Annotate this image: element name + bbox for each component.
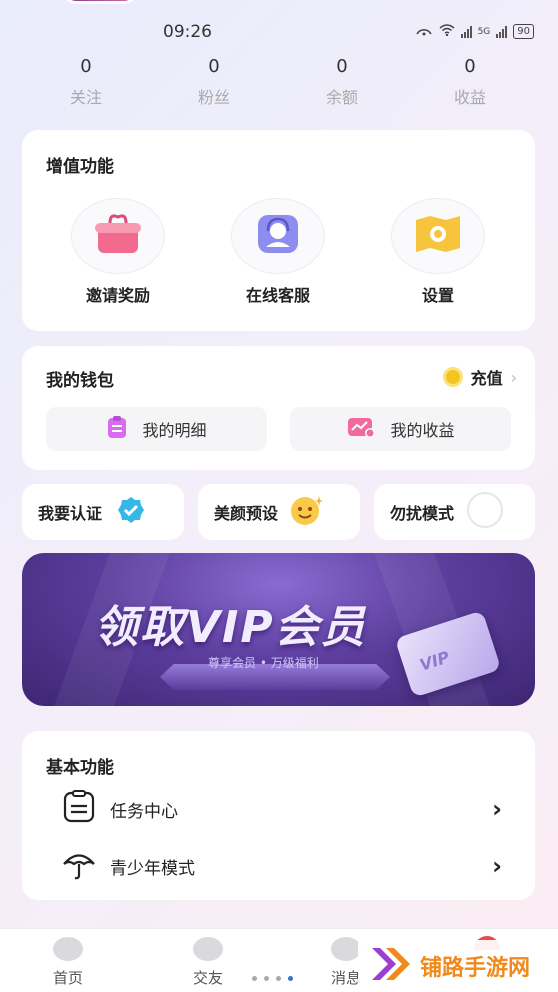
umbrella-icon [62,847,96,885]
hotspot-icon [415,24,433,39]
tab-friends[interactable]: 交友 [178,937,238,988]
page-indicator [252,976,293,981]
verify-button[interactable]: 我要认证 [22,484,184,540]
my-details-label: 我的明细 [142,421,207,440]
do-not-disturb-label: 勿扰模式 [390,504,455,523]
teen-mode-item[interactable]: 青少年模式 › [62,844,502,888]
clipboard-icon [106,415,128,443]
earnings-icon [346,415,376,443]
tab-home[interactable]: 首页 [38,937,98,988]
watermark-text: 铺路手游网 [420,956,531,981]
stat-label: 粉丝 [197,88,230,107]
stat-balance[interactable]: 0 余额 [278,56,406,108]
my-details-button[interactable]: 我的明细 [46,407,267,451]
avatar[interactable] [62,0,138,4]
section-title: 基本功能 [46,758,114,778]
battery-icon: 90 [513,24,534,39]
teen-mode-label: 青少年模式 [110,858,195,879]
task-center-item[interactable]: 任务中心 › [62,787,502,831]
verified-badge-icon [116,495,146,529]
tab-label: 交友 [192,969,223,987]
network-label: 5G [477,26,491,37]
stat-earnings[interactable]: 0 收益 [406,56,534,108]
stat-value: 0 [336,56,348,77]
wallet-card: 我的钱包 充值 › 我的明细 我的收益 [22,346,535,470]
my-earnings-label: 我的收益 [390,421,455,440]
section-title: 增值功能 [46,157,114,177]
do-not-disturb-button[interactable]: 勿扰模式 [374,484,535,540]
settings-icon [412,212,464,260]
basic-functions-card: 基本功能 任务中心 › 青少年模式 › [22,731,535,900]
smiley-face-icon [288,493,324,531]
chevron-right-icon: › [510,367,517,387]
recharge-label: 充值 [470,369,503,388]
settings-label: 设置 [421,286,454,305]
heart-icon [193,937,223,961]
watermark: 铺路手游网 [358,940,558,992]
toggle-icon[interactable] [466,491,504,533]
vip-title: 领取VIP会员 [94,602,367,653]
stat-value: 0 [80,56,92,77]
status-bar: 09:26 5G 90 [0,20,558,46]
beauty-preset-button[interactable]: 美颜预设 [198,484,360,540]
coin-icon [442,367,463,387]
beauty-preset-label: 美颜预设 [214,504,279,523]
task-list-icon [62,790,96,828]
watermark-logo-icon [368,944,412,988]
stat-fans[interactable]: 0 粉丝 [150,56,278,108]
stat-label: 余额 [325,88,358,107]
gift-box-icon [92,211,144,261]
stat-value: 0 [208,56,220,77]
tab-label: 首页 [52,969,83,987]
verify-label: 我要认证 [38,504,103,523]
invite-reward-button[interactable]: 邀请奖励 [58,198,178,306]
task-center-label: 任务中心 [110,801,178,822]
my-earnings-button[interactable]: 我的收益 [290,407,511,451]
vip-subtitle: 尊享会员 • 万级福利 [208,656,319,670]
customer-service-icon [254,211,302,261]
chevron-right-icon: › [492,852,502,880]
chevron-right-icon: › [492,795,502,823]
home-icon [53,937,83,961]
profile-stats: 0 关注 0 粉丝 0 余额 0 收益 [0,56,558,108]
vip-banner[interactable]: 领取VIP会员 尊享会员 • 万级福利 VIP [22,553,535,706]
message-icon [331,937,361,961]
value-added-card: 增值功能 邀请奖励 在线客服 设置 [22,130,535,331]
customer-service-label: 在线客服 [245,286,310,305]
status-time: 09:26 [163,22,212,42]
section-title: 我的钱包 [46,371,114,391]
stat-value: 0 [464,56,476,77]
customer-service-button[interactable]: 在线客服 [218,198,338,306]
wifi-icon [439,24,455,39]
stat-label: 关注 [69,88,102,107]
recharge-button[interactable]: 充值 › [442,365,517,389]
invite-reward-label: 邀请奖励 [85,286,150,305]
signal-icon-2 [496,25,508,38]
stat-following[interactable]: 0 关注 [22,56,150,108]
vip-card-text: VIP [417,647,452,675]
settings-button[interactable]: 设置 [378,198,498,306]
stat-label: 收益 [453,88,486,107]
signal-icon [460,25,472,38]
